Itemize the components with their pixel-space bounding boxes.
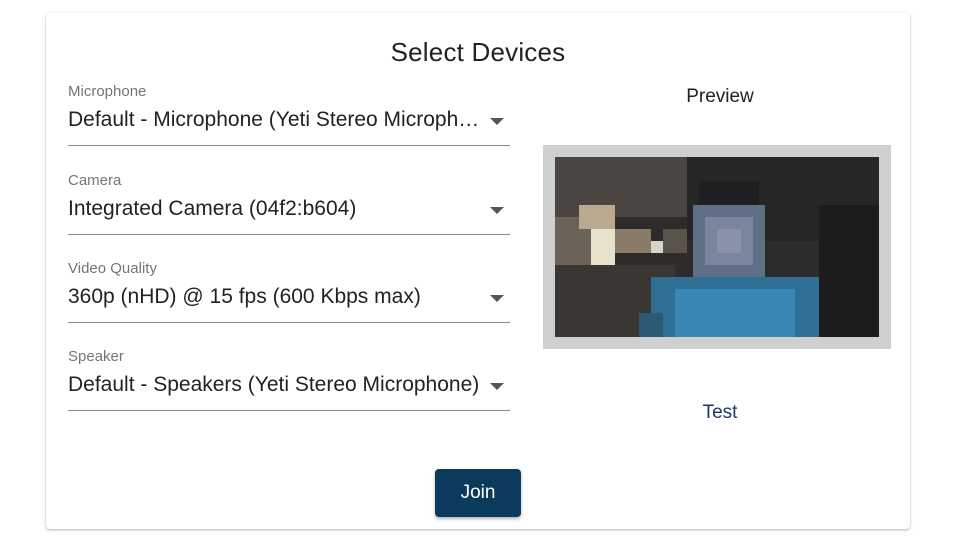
caret-down-icon <box>490 118 504 125</box>
dialog-title: Select Devices <box>390 37 566 67</box>
test-link[interactable]: Test <box>598 402 842 424</box>
video-quality-value: 360p (nHD) @ 15 fps (600 Kbps max) <box>68 285 421 308</box>
camera-value: Integrated Camera (04f2:b604) <box>68 197 357 220</box>
speaker-select[interactable]: Speaker Default - Speakers (Yeti Stereo … <box>68 348 510 411</box>
caret-down-icon <box>490 207 504 214</box>
caret-down-icon <box>490 295 504 302</box>
video-quality-select[interactable]: Video Quality 360p (nHD) @ 15 fps (600 K… <box>68 260 510 323</box>
speaker-value: Default - Speakers (Yeti Stereo Micropho… <box>68 373 480 396</box>
speaker-label: Speaker <box>68 348 124 365</box>
microphone-value: Default - Microphone (Yeti Stereo Microp… <box>68 108 486 131</box>
microphone-label: Microphone <box>68 83 147 100</box>
microphone-select[interactable]: Microphone Default - Microphone (Yeti St… <box>68 83 510 146</box>
caret-down-icon <box>490 383 504 390</box>
join-button[interactable]: Join <box>435 469 521 517</box>
video-quality-label: Video Quality <box>68 260 157 277</box>
camera-label: Camera <box>68 172 122 189</box>
camera-preview-video <box>543 145 891 349</box>
device-selection-card: Select Devices Microphone Default - Micr… <box>46 13 910 529</box>
preview-label: Preview <box>686 86 754 107</box>
camera-select[interactable]: Camera Integrated Camera (04f2:b604) <box>68 172 510 235</box>
camera-preview-image <box>543 145 891 349</box>
